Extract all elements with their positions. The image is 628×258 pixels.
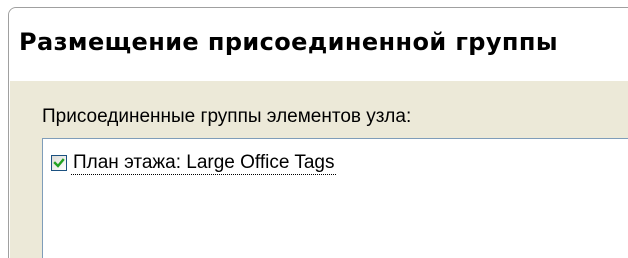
checkbox-checked-icon[interactable] [51, 155, 67, 171]
list-item-label: План этажа: Large Office Tags [71, 151, 337, 175]
attached-groups-label: Присоединенные группы элементов узла: [42, 106, 412, 127]
attached-groups-list[interactable]: План этажа: Large Office Tags [42, 138, 628, 258]
header-divider [9, 80, 628, 81]
dialog-window: Размещение присоединенной группы Присоед… [8, 7, 628, 258]
list-item[interactable]: План этажа: Large Office Tags [51, 150, 337, 176]
dialog-title: Размещение присоединенной группы [19, 28, 558, 56]
dialog-header: Размещение присоединенной группы [9, 8, 628, 81]
